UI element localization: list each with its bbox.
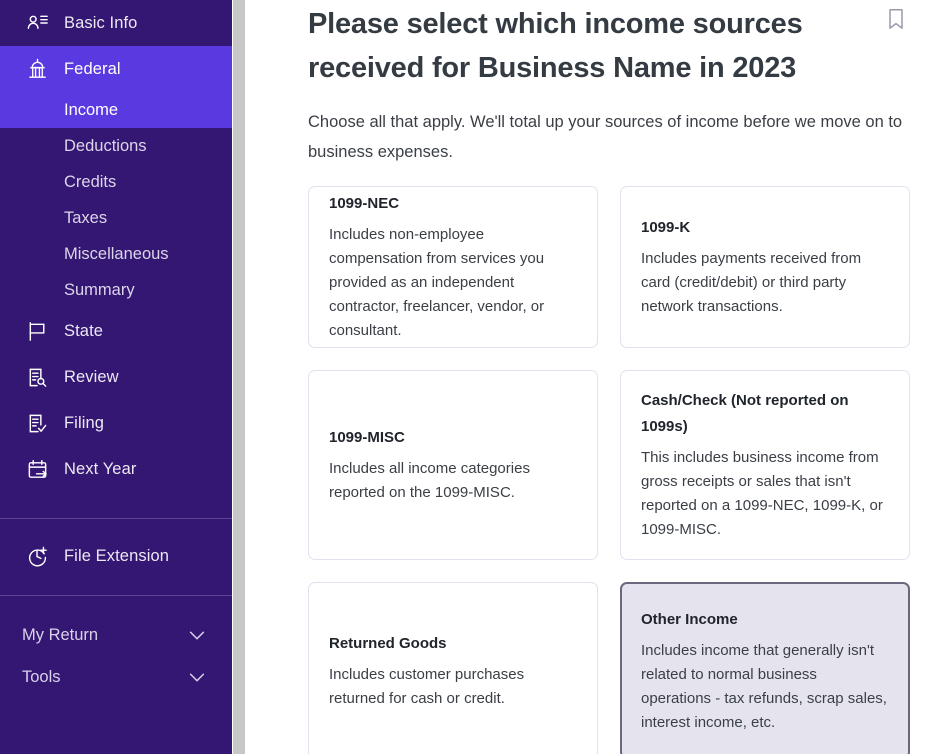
- income-source-card-other-income[interactable]: Other Income Includes income that genera…: [620, 582, 910, 754]
- sidebar-item-state[interactable]: State: [0, 308, 232, 354]
- scroll-gutter: [232, 0, 245, 754]
- sidebar-subitem-label: Miscellaneous: [64, 244, 169, 263]
- card-title: Other Income: [641, 610, 738, 628]
- card-description: Includes payments received from card (cr…: [641, 250, 862, 315]
- sidebar-subitem-label: Summary: [64, 280, 135, 299]
- card-title: 1099-K: [641, 219, 691, 236]
- income-source-card-cash-check[interactable]: Cash/Check (Not reported on 1099s) This …: [620, 370, 910, 560]
- clock-plus-icon: [24, 543, 50, 569]
- sidebar-item-label: Next Year: [64, 459, 137, 478]
- capitol-building-icon: [24, 56, 50, 82]
- sidebar-collapsible-tools[interactable]: Tools: [0, 656, 232, 698]
- vertical-scrollbar[interactable]: [233, 0, 245, 754]
- income-source-card-returned-goods[interactable]: Returned Goods Includes customer purchas…: [308, 582, 598, 754]
- card-description: Includes income that generally isn't rel…: [641, 641, 887, 731]
- sidebar-subitem-deductions[interactable]: Deductions: [0, 128, 232, 164]
- sidebar-file-extension-block: File Extension: [0, 519, 232, 595]
- card-title: 1099-NEC: [329, 195, 400, 212]
- card-description: Includes non-employee compensation from …: [329, 226, 545, 339]
- page-title: Please select which income sources recei…: [308, 8, 803, 84]
- sidebar-item-label: State: [64, 321, 104, 340]
- sidebar-collapsible-label: My Return: [22, 625, 99, 644]
- person-list-icon: [24, 10, 50, 36]
- sidebar-subitem-income[interactable]: Income: [0, 92, 232, 128]
- sidebar: Basic Info Federal Income Deductions Cre…: [0, 0, 232, 754]
- sidebar-subitem-label: Taxes: [64, 208, 108, 227]
- card-title: 1099-MISC: [329, 429, 405, 446]
- sidebar-item-label: File Extension: [64, 546, 170, 565]
- sidebar-item-filing[interactable]: Filing: [0, 400, 232, 446]
- document-check-icon: [24, 410, 50, 436]
- chevron-down-icon[interactable]: [186, 624, 208, 646]
- flag-icon: [24, 318, 50, 344]
- sidebar-item-review[interactable]: Review: [0, 354, 232, 400]
- sidebar-primary-nav: Basic Info Federal Income Deductions Cre…: [0, 0, 232, 518]
- header-row: Please select which income sources recei…: [308, 0, 907, 90]
- chevron-down-icon[interactable]: [186, 666, 208, 688]
- sidebar-subitem-label: Income: [64, 100, 119, 119]
- sidebar-item-label: Federal: [64, 59, 121, 78]
- sidebar-subitem-label: Deductions: [64, 136, 147, 155]
- sidebar-item-file-extension[interactable]: File Extension: [0, 533, 232, 579]
- document-search-icon: [24, 364, 50, 390]
- calendar-arrow-icon: [24, 456, 50, 482]
- sidebar-subitem-label: Credits: [64, 172, 117, 191]
- sidebar-subnav-federal: Income Deductions Credits Taxes Miscella…: [0, 92, 232, 308]
- sidebar-subitem-miscellaneous[interactable]: Miscellaneous: [0, 236, 232, 272]
- sidebar-collapsible-label: Tools: [22, 667, 61, 686]
- sidebar-subitem-credits[interactable]: Credits: [0, 164, 232, 200]
- card-description: This includes business income from gross…: [641, 449, 883, 538]
- main-content: Please select which income sources recei…: [245, 0, 952, 754]
- income-source-card-1099-k[interactable]: 1099-K Includes payments received from c…: [620, 186, 910, 348]
- income-source-card-1099-misc[interactable]: 1099-MISC Includes all income categories…: [308, 370, 598, 560]
- bookmark-icon[interactable]: [887, 8, 905, 30]
- sidebar-collapsible-my-return[interactable]: My Return: [0, 614, 232, 656]
- sidebar-item-basic-info[interactable]: Basic Info: [0, 0, 232, 46]
- card-description: Includes customer purchases returned for…: [329, 665, 525, 707]
- page-subtitle: Choose all that apply. We'll total up yo…: [308, 113, 903, 161]
- sidebar-item-label: Review: [64, 367, 119, 386]
- sidebar-subitem-taxes[interactable]: Taxes: [0, 200, 232, 236]
- income-source-card-grid: 1099-NEC Includes non-employee compensat…: [308, 186, 910, 754]
- income-source-card-1099-nec[interactable]: 1099-NEC Includes non-employee compensat…: [308, 186, 598, 348]
- card-title: Returned Goods: [329, 634, 447, 652]
- sidebar-item-label: Filing: [64, 413, 105, 432]
- sidebar-collapsibles: My Return Tools: [0, 596, 232, 698]
- sidebar-item-next-year[interactable]: Next Year: [0, 446, 232, 492]
- card-description: Includes all income categories reported …: [329, 460, 530, 501]
- sidebar-item-label: Basic Info: [64, 13, 138, 32]
- sidebar-subitem-summary[interactable]: Summary: [0, 272, 232, 308]
- app-root: Basic Info Federal Income Deductions Cre…: [0, 0, 952, 754]
- sidebar-item-federal[interactable]: Federal: [0, 46, 232, 92]
- card-title: Cash/Check (Not reported on 1099s): [641, 392, 849, 435]
